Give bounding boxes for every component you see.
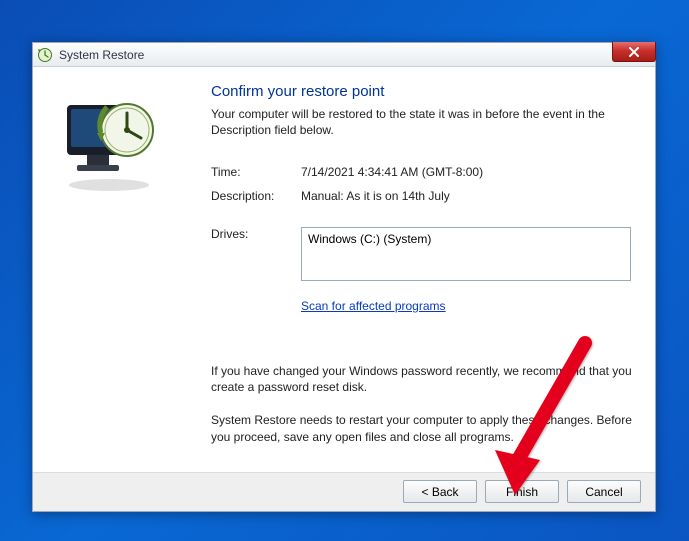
back-button[interactable]: < Back <box>403 480 477 503</box>
close-button[interactable] <box>612 42 656 62</box>
finish-button[interactable]: Finish <box>485 480 559 503</box>
restart-note: System Restore needs to restart your com… <box>211 412 633 446</box>
intro-text: Your computer will be restored to the st… <box>211 106 633 138</box>
system-restore-icon <box>37 47 53 63</box>
description-value: Manual: As it is on 14th July <box>301 189 633 203</box>
page-heading: Confirm your restore point <box>211 83 633 100</box>
sidebar <box>33 67 211 472</box>
dialog-body: Confirm your restore point Your computer… <box>33 67 655 472</box>
content-area: Confirm your restore point Your computer… <box>211 67 655 472</box>
restore-hero-icon <box>47 85 167 195</box>
password-note: If you have changed your Windows passwor… <box>211 363 633 397</box>
titlebar: System Restore <box>33 43 655 67</box>
time-value: 7/14/2021 4:34:41 AM (GMT-8:00) <box>301 165 633 179</box>
scan-affected-link[interactable]: Scan for affected programs <box>301 299 633 313</box>
cancel-button[interactable]: Cancel <box>567 480 641 503</box>
drives-label: Drives: <box>211 227 301 241</box>
window-title: System Restore <box>59 48 144 62</box>
description-row: Description: Manual: As it is on 14th Ju… <box>211 189 633 203</box>
time-label: Time: <box>211 165 301 179</box>
description-label: Description: <box>211 189 301 203</box>
drives-list: Windows (C:) (System) <box>301 227 631 281</box>
button-bar: < Back Finish Cancel <box>33 472 655 511</box>
system-restore-window: System Restore Confirm yo <box>32 42 656 512</box>
time-row: Time: 7/14/2021 4:34:41 AM (GMT-8:00) <box>211 165 633 179</box>
drives-row: Drives: Windows (C:) (System) <box>211 227 633 281</box>
close-icon <box>628 47 640 57</box>
